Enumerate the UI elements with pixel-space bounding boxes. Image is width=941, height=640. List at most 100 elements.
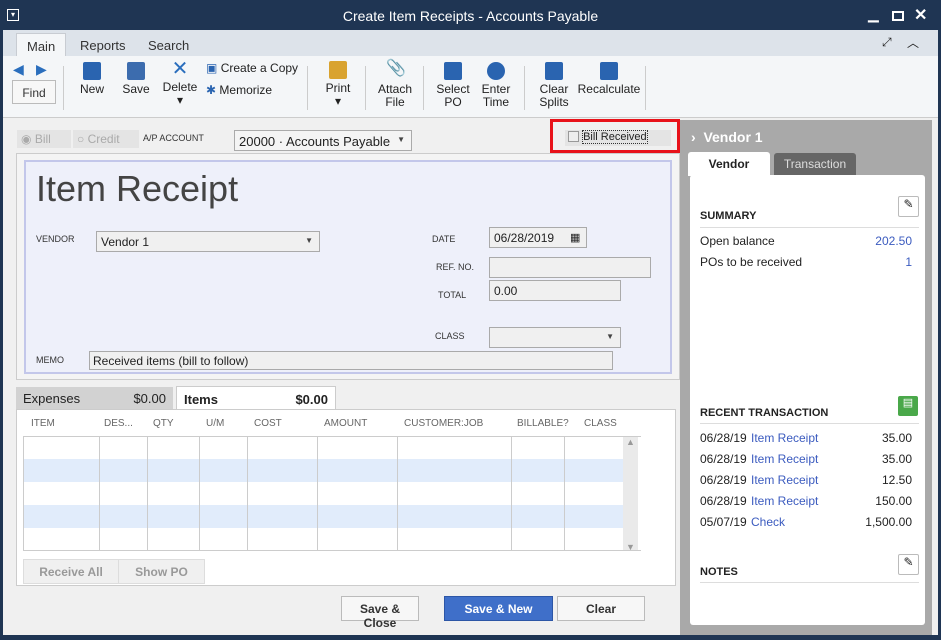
memo-field[interactable]: Received items (bill to follow)	[89, 351, 613, 370]
col-qty[interactable]: QTY	[153, 418, 174, 429]
find-button[interactable]: Find	[12, 80, 56, 104]
ap-account-label: A/P ACCOUNT	[143, 133, 204, 143]
col-um[interactable]: U/M	[206, 418, 224, 429]
checkbox-icon	[568, 131, 579, 142]
tab-vendor[interactable]: Vendor	[688, 152, 770, 176]
table-body[interactable]: ▲ ▼	[23, 436, 641, 551]
close-icon[interactable]: ✕	[914, 5, 927, 25]
col-amount[interactable]: AMOUNT	[324, 418, 367, 429]
tab-transaction[interactable]: Transaction	[774, 153, 856, 175]
recent-type-link[interactable]: Item Receipt	[751, 494, 818, 508]
collapse-ribbon-icon[interactable]: ︿	[907, 34, 919, 51]
recalculate-button[interactable]: Recalculate	[577, 62, 641, 96]
previous-icon[interactable]: ◀	[13, 61, 24, 78]
clear-splits-icon	[545, 62, 563, 80]
col-description[interactable]: DES...	[104, 418, 133, 429]
bill-received-checkbox[interactable]: Bill Received	[565, 130, 671, 146]
save-button[interactable]: Save	[121, 62, 151, 96]
tab-expenses[interactable]: Expenses $0.00	[16, 387, 173, 409]
item-receipt-form: Item Receipt VENDOR Vendor 1 DATE 06/28/…	[16, 153, 680, 380]
title-bar: ▾ Create Item Receipts - Accounts Payabl…	[0, 0, 941, 30]
panel-title[interactable]: › Vendor 1	[691, 129, 763, 145]
save-close-button[interactable]: Save & Close	[341, 596, 419, 630]
enter-time-label: Enter Time	[481, 82, 511, 109]
col-item[interactable]: ITEM	[31, 418, 55, 429]
items-amount: $0.00	[295, 392, 328, 407]
memorize-icon: ✱	[206, 83, 217, 97]
save-new-button[interactable]: Save & New	[444, 596, 553, 621]
edit-summary-icon[interactable]: ✎	[898, 196, 919, 217]
col-billable[interactable]: BILLABLE?	[517, 418, 569, 429]
maximize-icon[interactable]	[892, 11, 904, 21]
select-po-button[interactable]: Select PO	[433, 62, 473, 109]
clear-button[interactable]: Clear	[557, 596, 645, 621]
recent-date: 06/28/19	[700, 452, 747, 466]
attach-label: Attach File	[377, 82, 413, 109]
window-title: Create Item Receipts - Accounts Payable	[342, 8, 599, 24]
quick-report-icon[interactable]: ▤	[898, 396, 918, 416]
ap-account-dropdown[interactable]: 20000 · Accounts Payable	[234, 130, 412, 151]
col-class[interactable]: CLASS	[584, 418, 617, 429]
memorize-label: Memorize	[219, 83, 273, 97]
date-label: DATE	[432, 234, 456, 244]
edit-notes-icon[interactable]: ✎	[898, 554, 919, 575]
tab-reports[interactable]: Reports	[70, 33, 136, 56]
recalculate-label: Recalculate	[577, 82, 641, 96]
recent-date: 06/28/19	[700, 473, 747, 487]
table-row[interactable]	[23, 459, 623, 482]
recent-type-link[interactable]: Check	[751, 515, 785, 529]
items-label: Items	[184, 392, 218, 407]
new-button[interactable]: New	[79, 62, 105, 96]
clear-splits-label: Clear Splits	[539, 82, 569, 109]
print-icon	[329, 61, 347, 79]
enter-time-button[interactable]: Enter Time	[478, 62, 514, 109]
attach-file-button[interactable]: 📎 Attach File	[375, 60, 415, 109]
class-dropdown[interactable]	[489, 327, 621, 348]
pos-value[interactable]: 1	[905, 255, 912, 269]
paperclip-icon: 📎	[386, 60, 406, 77]
col-cost[interactable]: COST	[254, 418, 282, 429]
panel-vendor-name: Vendor 1	[703, 129, 763, 145]
expand-icon[interactable]: ⤢	[882, 35, 892, 50]
recent-type-link[interactable]: Item Receipt	[751, 452, 818, 466]
save-icon	[127, 62, 145, 80]
ref-no-field[interactable]	[489, 257, 651, 278]
ref-no-label: REF. NO.	[436, 262, 475, 272]
open-balance-value[interactable]: 202.50	[875, 234, 912, 248]
recent-type-link[interactable]: Item Receipt	[751, 473, 818, 487]
recent-date: 06/28/19	[700, 494, 747, 508]
delete-button[interactable]: ✕ Delete ▾	[162, 59, 198, 107]
print-button[interactable]: Print ▾	[323, 61, 353, 108]
tab-search[interactable]: Search	[138, 33, 199, 56]
column-headers: ITEM DES... QTY U/M COST AMOUNT CUSTOMER…	[23, 418, 641, 434]
items-table[interactable]: ITEM DES... QTY U/M COST AMOUNT CUSTOMER…	[23, 410, 641, 551]
credit-radio[interactable]: ○ Credit	[73, 130, 139, 148]
minimize-icon[interactable]: ▁	[868, 6, 879, 23]
receive-all-button[interactable]: Receive All	[23, 559, 119, 584]
recent-amount: 150.00	[875, 494, 912, 508]
show-po-button[interactable]: Show PO	[118, 559, 205, 584]
scrollbar[interactable]: ▲ ▼	[623, 437, 638, 550]
expenses-label: Expenses	[23, 391, 81, 406]
next-icon[interactable]: ▶	[36, 61, 47, 78]
form-heading: Item Receipt	[36, 168, 239, 209]
clear-splits-button[interactable]: Clear Splits	[536, 62, 572, 109]
calendar-icon[interactable]: ▦	[570, 231, 580, 244]
create-copy-label: Create a Copy	[220, 61, 299, 75]
new-label: New	[79, 82, 104, 96]
tab-items[interactable]: Items $0.00	[176, 386, 336, 410]
select-po-label: Select PO	[436, 82, 470, 109]
tab-main[interactable]: Main	[16, 33, 67, 56]
open-balance-label: Open balance	[700, 234, 775, 248]
create-copy-button[interactable]: ▣ Create a Copy	[206, 62, 298, 75]
bill-radio[interactable]: ◉ Bill	[17, 130, 71, 148]
table-row[interactable]	[23, 505, 623, 528]
col-customer-job[interactable]: CUSTOMER:JOB	[404, 418, 483, 429]
recent-type-link[interactable]: Item Receipt	[751, 431, 818, 445]
recent-amount: 1,500.00	[865, 515, 912, 529]
memorize-button[interactable]: ✱ Memorize	[206, 84, 272, 97]
calculator-icon	[600, 62, 618, 80]
credit-label: Credit	[87, 132, 120, 146]
ribbon-tabs: Main Reports Search ⤢ ︿	[3, 30, 938, 56]
vendor-dropdown[interactable]: Vendor 1	[96, 231, 320, 252]
